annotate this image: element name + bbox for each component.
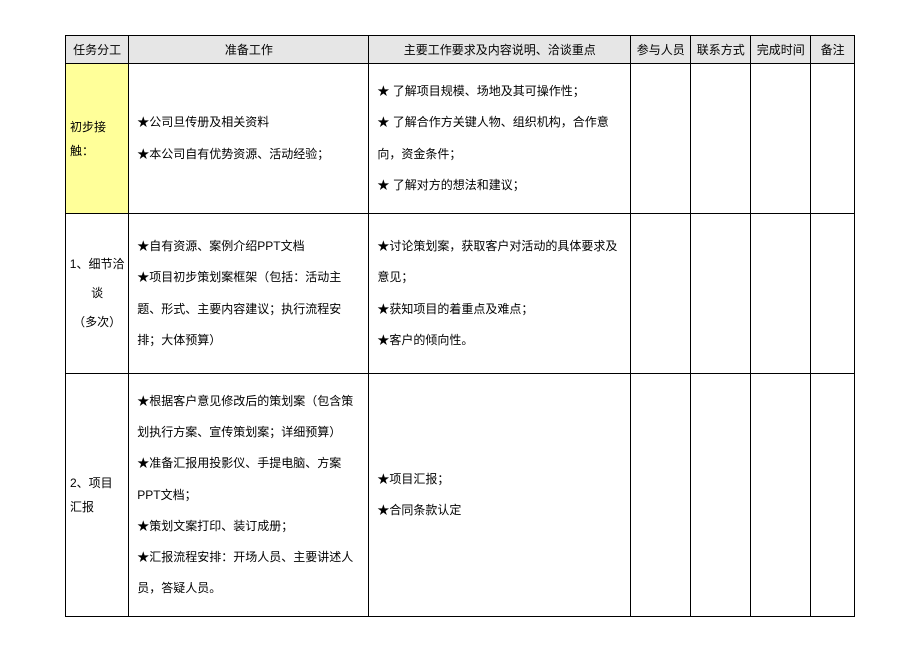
cell-note — [811, 374, 855, 617]
cell-people — [631, 64, 691, 214]
table-row: 2、项目汇报 ★根据客户意见修改后的策划案（包含策划执行方案、宣传策划案；详细预… — [66, 374, 855, 617]
table-body: 初步接触： ★公司旦传册及相关资料★本公司自有优势资源、活动经验； ★ 了解项目… — [66, 64, 855, 617]
header-contact: 联系方式 — [691, 36, 751, 64]
cell-prep: ★根据客户意见修改后的策划案（包含策划执行方案、宣传策划案；详细预算）★准备汇报… — [129, 374, 369, 617]
cell-contact — [691, 374, 751, 617]
cell-people — [631, 214, 691, 374]
cell-people — [631, 374, 691, 617]
cell-main: ★讨论策划案，获取客户对活动的具体要求及意见；★获知项目的着重点及难点；★客户的… — [369, 214, 631, 374]
cell-prep: ★自有资源、案例介绍PPT文档★项目初步策划案框架（包括：活动主题、形式、主要内… — [129, 214, 369, 374]
header-prep: 准备工作 — [129, 36, 369, 64]
header-people: 参与人员 — [631, 36, 691, 64]
cell-note — [811, 214, 855, 374]
cell-task: 2、项目汇报 — [66, 374, 129, 617]
cell-main: ★ 了解项目规模、场地及其可操作性；★ 了解合作方关键人物、组织机构，合作意向，… — [369, 64, 631, 214]
cell-time — [751, 374, 811, 617]
header-time: 完成时间 — [751, 36, 811, 64]
header-main: 主要工作要求及内容说明、洽谈重点 — [369, 36, 631, 64]
header-task: 任务分工 — [66, 36, 129, 64]
cell-contact — [691, 64, 751, 214]
cell-time — [751, 64, 811, 214]
header-note: 备注 — [811, 36, 855, 64]
task-table: 任务分工 准备工作 主要工作要求及内容说明、洽谈重点 参与人员 联系方式 完成时… — [65, 35, 855, 617]
header-row: 任务分工 准备工作 主要工作要求及内容说明、洽谈重点 参与人员 联系方式 完成时… — [66, 36, 855, 64]
cell-main: ★项目汇报；★合同条款认定 — [369, 374, 631, 617]
cell-task: 初步接触： — [66, 64, 129, 214]
cell-task: 1、细节洽谈（多次） — [66, 214, 129, 374]
table-row: 1、细节洽谈（多次） ★自有资源、案例介绍PPT文档★项目初步策划案框架（包括：… — [66, 214, 855, 374]
cell-contact — [691, 214, 751, 374]
cell-time — [751, 214, 811, 374]
cell-prep: ★公司旦传册及相关资料★本公司自有优势资源、活动经验； — [129, 64, 369, 214]
table-row: 初步接触： ★公司旦传册及相关资料★本公司自有优势资源、活动经验； ★ 了解项目… — [66, 64, 855, 214]
cell-note — [811, 64, 855, 214]
